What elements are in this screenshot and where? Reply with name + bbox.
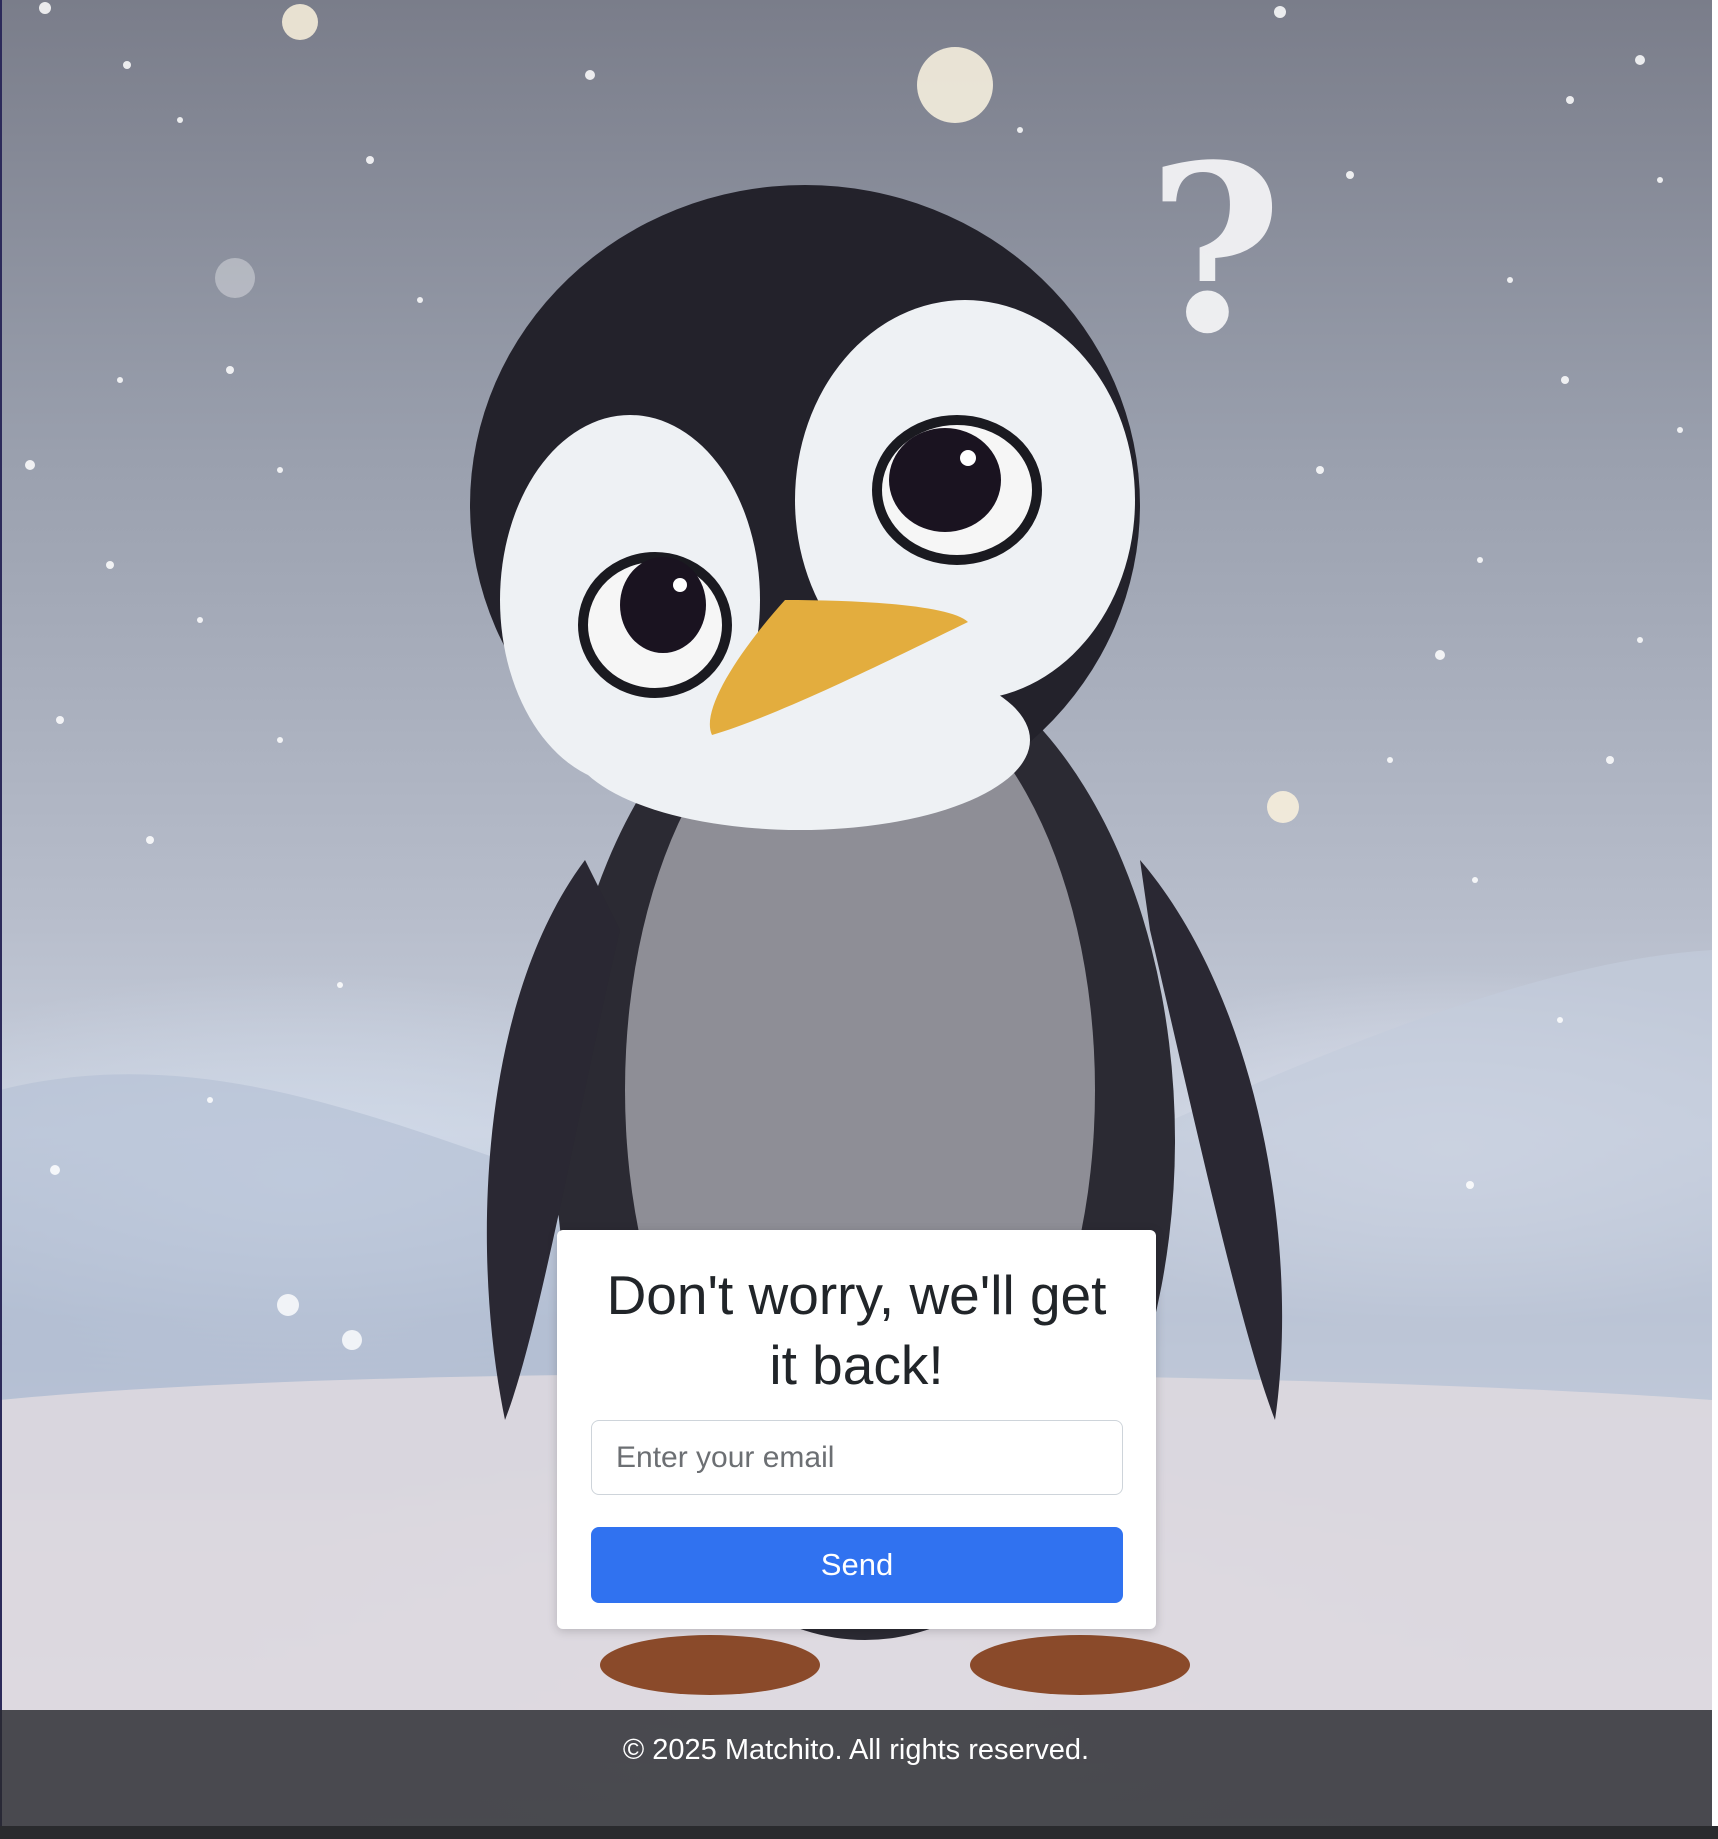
page: ? Don't worry, we'll get it back! Enter …	[0, 0, 1718, 1839]
svg-text:?: ?	[1148, 115, 1283, 385]
recovery-card: Don't worry, we'll get it back! Send	[557, 1230, 1156, 1629]
send-button[interactable]: Send	[591, 1527, 1123, 1603]
recovery-heading: Don't worry, we'll get it back!	[606, 1264, 1107, 1396]
bottom-strip	[0, 1826, 1718, 1839]
email-input[interactable]	[591, 1420, 1123, 1495]
copyright-text: © 2025 Matchito. All rights reserved.	[622, 1734, 1090, 1766]
scrollbar-track	[1712, 0, 1718, 1839]
footer: © 2025 Matchito. All rights reserved.	[0, 1710, 1712, 1826]
